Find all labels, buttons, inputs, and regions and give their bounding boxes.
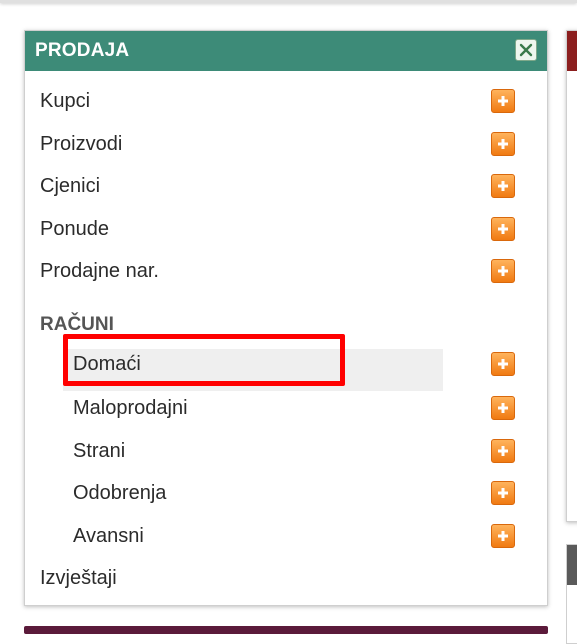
menu-item-izvjestaji[interactable]: Izvještaji: [25, 558, 547, 598]
menu-item-proizvodi[interactable]: Proizvodi: [25, 124, 547, 164]
adjacent-panel-gray: [566, 544, 577, 644]
menu-item-strani[interactable]: Strani: [25, 431, 547, 471]
menu-item-label: Maloprodajni: [73, 396, 188, 419]
plus-icon[interactable]: [491, 396, 515, 420]
top-bar-edge: [0, 0, 577, 3]
menu-item-label: Prodajne nar.: [40, 259, 159, 282]
menu-item-label: Kupci: [40, 89, 91, 112]
plus-icon[interactable]: [491, 481, 515, 505]
menu-item-label: Avansni: [73, 524, 144, 547]
plus-icon[interactable]: [491, 132, 515, 156]
plus-icon[interactable]: [491, 89, 515, 113]
plus-icon[interactable]: [491, 439, 515, 463]
plus-icon[interactable]: [491, 259, 515, 283]
menu-item-ponude[interactable]: Ponude: [25, 209, 547, 249]
panel-title: PRODAJA: [35, 40, 130, 61]
plus-icon[interactable]: [491, 174, 515, 198]
close-icon: [519, 43, 533, 57]
plus-icon[interactable]: [491, 352, 515, 376]
menu-item-cjenici[interactable]: Cjenici: [25, 166, 547, 206]
panel-header: PRODAJA: [25, 31, 547, 71]
plus-icon[interactable]: [491, 524, 515, 548]
menu-item-kupci[interactable]: Kupci: [25, 81, 547, 121]
menu-item-prodajne-nar[interactable]: Prodajne nar.: [25, 251, 547, 291]
section-title-racuni: RAČUNI: [40, 314, 114, 335]
adjacent-panel-red: [566, 30, 577, 522]
menu-item-label: Ponude: [40, 217, 109, 240]
menu-item-label: Izvještaji: [40, 566, 117, 589]
adjacent-panel-header: [567, 31, 577, 71]
menu-item-avansni[interactable]: Avansni: [25, 516, 547, 556]
menu-item-label: Cjenici: [40, 174, 101, 197]
menu-item-label: Strani: [73, 439, 126, 462]
menu-item-label: Proizvodi: [40, 132, 123, 155]
close-button[interactable]: [515, 39, 537, 61]
plus-icon[interactable]: [491, 217, 515, 241]
menu-item-odobrenja[interactable]: Odobrenja: [25, 473, 547, 513]
adjacent-panel-header: [567, 545, 577, 585]
next-panel-edge: [24, 626, 548, 634]
menu-item-label: Odobrenja: [73, 481, 167, 504]
highlight-annotation-box: [63, 334, 345, 386]
prodaja-panel: PRODAJA Kupci Proizvodi Cjenici Ponude P…: [24, 30, 548, 606]
menu-item-maloprodajni[interactable]: Maloprodajni: [25, 388, 547, 428]
